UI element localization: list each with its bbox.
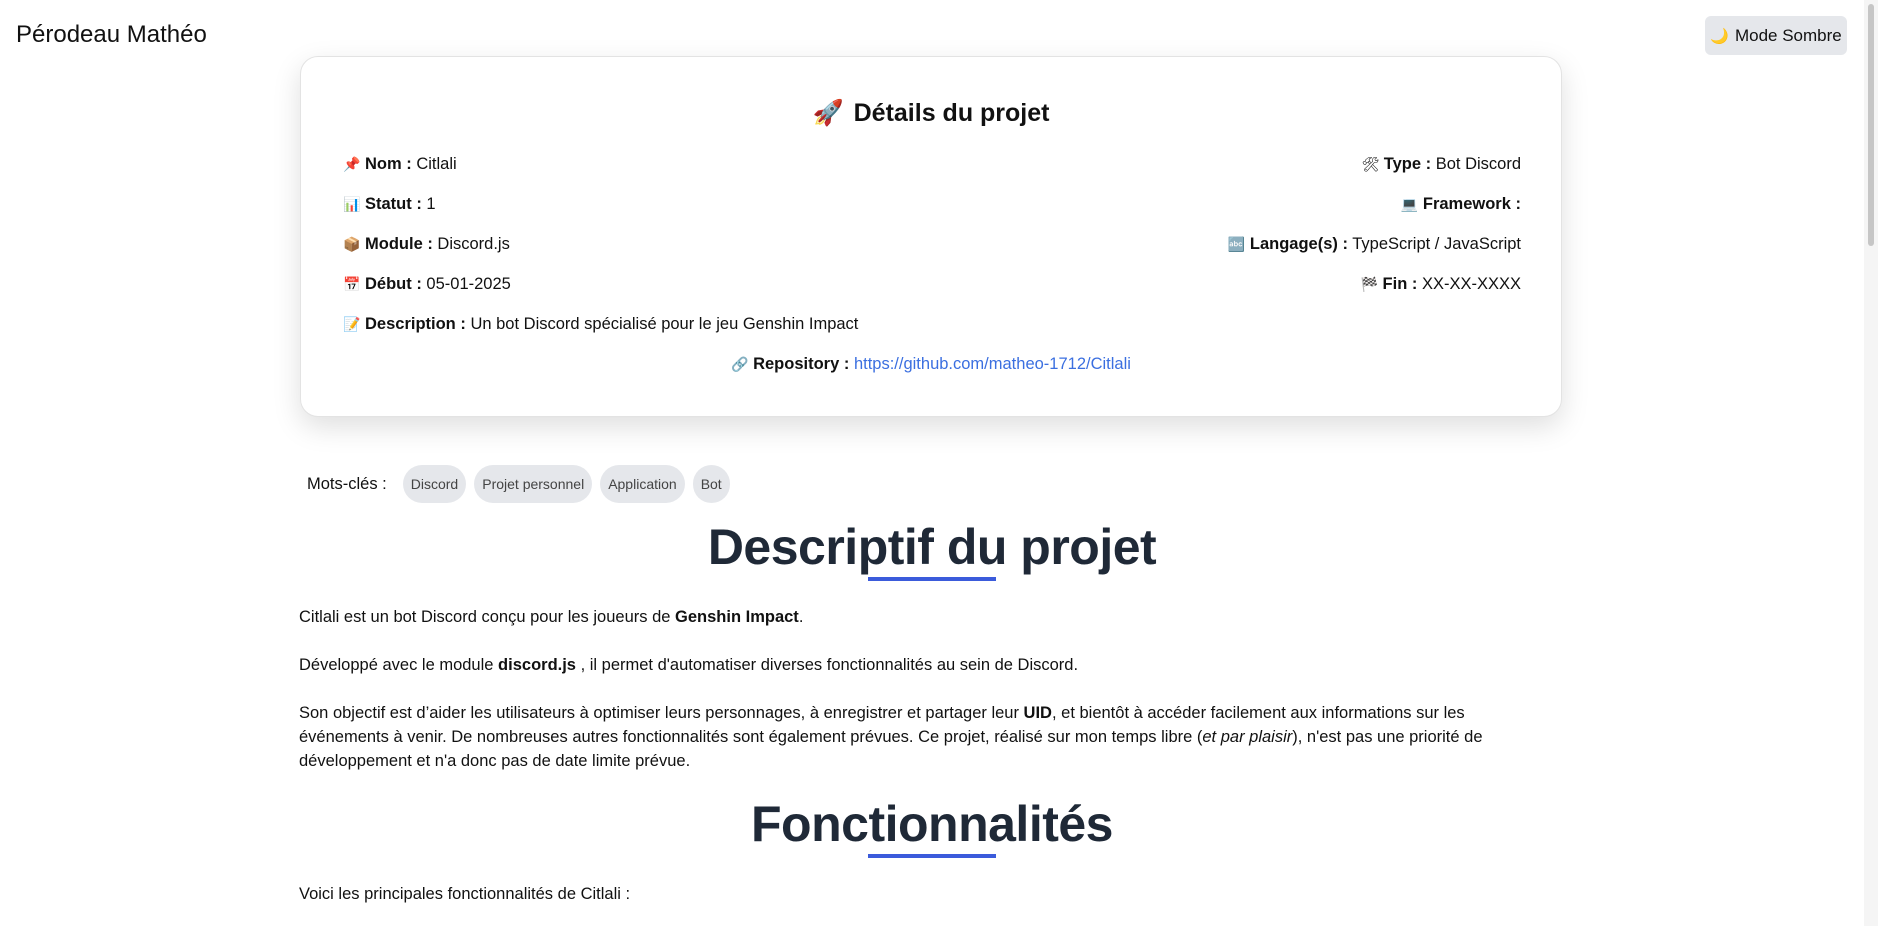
section-title-descriptif: Descriptif du projet (707, 519, 1157, 575)
vertical-scrollbar[interactable] (1864, 0, 1878, 926)
p3-bold: UID (1023, 704, 1052, 722)
p1-text: Citlali est un bot Discord conçu pour le… (299, 608, 676, 626)
repository-link[interactable]: https://github.com/matheo-1712/Citlali (854, 355, 1131, 373)
page: Pérodeau Mathéo 🌙 Mode Sombre 🚀 Détails d… (0, 0, 1878, 926)
field-framework: 💻 Framework : (1401, 195, 1521, 214)
field-statut-label: Statut : (365, 195, 422, 213)
field-statut: 📊 Statut : 1 (343, 195, 436, 214)
field-type: 🛠 Type : Bot Discord (1362, 155, 1521, 174)
p2-text: Développé avec le module (299, 656, 499, 674)
dark-mode-label: Mode Sombre (1734, 25, 1842, 45)
field-fin: 🏁 Fin : XX-XX-XXXX (1361, 275, 1521, 294)
field-debut-value: 05-01-2025 (426, 275, 511, 293)
bar-chart-icon: 📊 (343, 196, 361, 212)
package-icon: 📦 (343, 236, 361, 252)
keyword-chip[interactable]: Projet personnel (474, 465, 593, 503)
section-title-underline (868, 854, 996, 858)
field-description: 📝 Description : Un bot Discord spécialisé… (343, 315, 858, 334)
card-title-text: Détails du projet (853, 99, 1050, 127)
tools-icon: 🛠 (1361, 156, 1380, 172)
descriptif-paragraph-2: Développé avec le module discord.js , il… (299, 653, 1549, 677)
card-title: 🚀 Détails du projet (301, 99, 1561, 128)
field-type-value: Bot Discord (1435, 155, 1521, 173)
rocket-icon: 🚀 (812, 99, 844, 127)
pin-icon: 📌 (343, 156, 361, 172)
laptop-icon: 💻 (1400, 196, 1419, 212)
field-description-value: Un bot Discord spécialisé pour le jeu Ge… (470, 315, 859, 333)
field-module-label: Module : (365, 235, 433, 253)
memo-icon: 📝 (343, 316, 361, 332)
field-repository-label: Repository : (753, 355, 850, 373)
p1-end: . (798, 608, 804, 626)
link-icon: 🔗 (731, 356, 749, 372)
field-langages-value: TypeScript / JavaScript (1352, 235, 1521, 253)
field-langages-label: Langage(s) : (1249, 235, 1348, 253)
field-nom-label: Nom : (365, 155, 412, 173)
descriptif-paragraph-3: Son objectif est d’aider les utilisateur… (299, 701, 1549, 773)
project-details-card: 🚀 Détails du projet 📌 Nom : Citlali 📊 Statu… (300, 56, 1562, 417)
calendar-icon: 📅 (343, 276, 361, 292)
p3-italic: et par plaisir (1202, 728, 1293, 746)
field-nom: 📌 Nom : Citlali (343, 155, 457, 174)
field-description-label: Description : (365, 315, 466, 333)
field-fin-label: Fin : (1382, 275, 1418, 293)
field-langages: 🔤 Langage(s) : TypeScript / JavaScript (1228, 235, 1521, 254)
field-debut-label: Début : (365, 275, 422, 293)
p2-bold: discord.js (498, 656, 576, 674)
moon-icon: 🌙 (1710, 27, 1729, 45)
field-debut: 📅 Début : 05-01-2025 (343, 275, 511, 294)
keyword-chip[interactable]: Discord (402, 465, 467, 503)
field-nom-value: Citlali (416, 155, 457, 173)
abc-icon: 🔤 (1227, 236, 1246, 252)
dark-mode-button[interactable]: 🌙 Mode Sombre (1705, 16, 1847, 55)
field-type-label: Type : (1383, 155, 1432, 173)
field-module-value: Discord.js (437, 235, 510, 253)
scrollbar-thumb[interactable] (1868, 4, 1874, 246)
field-module: 📦 Module : Discord.js (343, 235, 510, 254)
field-statut-value: 1 (426, 195, 436, 213)
p1-bold: Genshin Impact (675, 608, 799, 626)
section-title-fonctionnalites: Fonctionnalités (751, 796, 1113, 852)
p3-text: Son objectif est d’aider les utilisateur… (299, 704, 1024, 722)
keywords-label: Mots-clés : (307, 474, 387, 493)
section-title-underline (868, 577, 996, 581)
keyword-chip[interactable]: Bot (692, 465, 730, 503)
fonctionnalites-intro: Voici les principales fonctionnalités de… (299, 885, 631, 903)
descriptif-paragraph-1: Citlali est un bot Discord conçu pour le… (299, 605, 1549, 629)
checkered-flag-icon: 🏁 (1360, 276, 1378, 292)
site-title[interactable]: Pérodeau Mathéo (16, 21, 207, 49)
keywords-bar: Mots-clés : Discord Projet personnel App… (307, 465, 730, 503)
keyword-chip[interactable]: Application (600, 465, 685, 503)
p2-end: , il permet d'automatiser diverses fonct… (576, 656, 1079, 674)
field-repository: 🔗 Repository : https://github.com/matheo-… (301, 355, 1561, 374)
field-fin-value: XX-XX-XXXX (1421, 275, 1521, 293)
field-framework-label: Framework : (1422, 195, 1521, 213)
